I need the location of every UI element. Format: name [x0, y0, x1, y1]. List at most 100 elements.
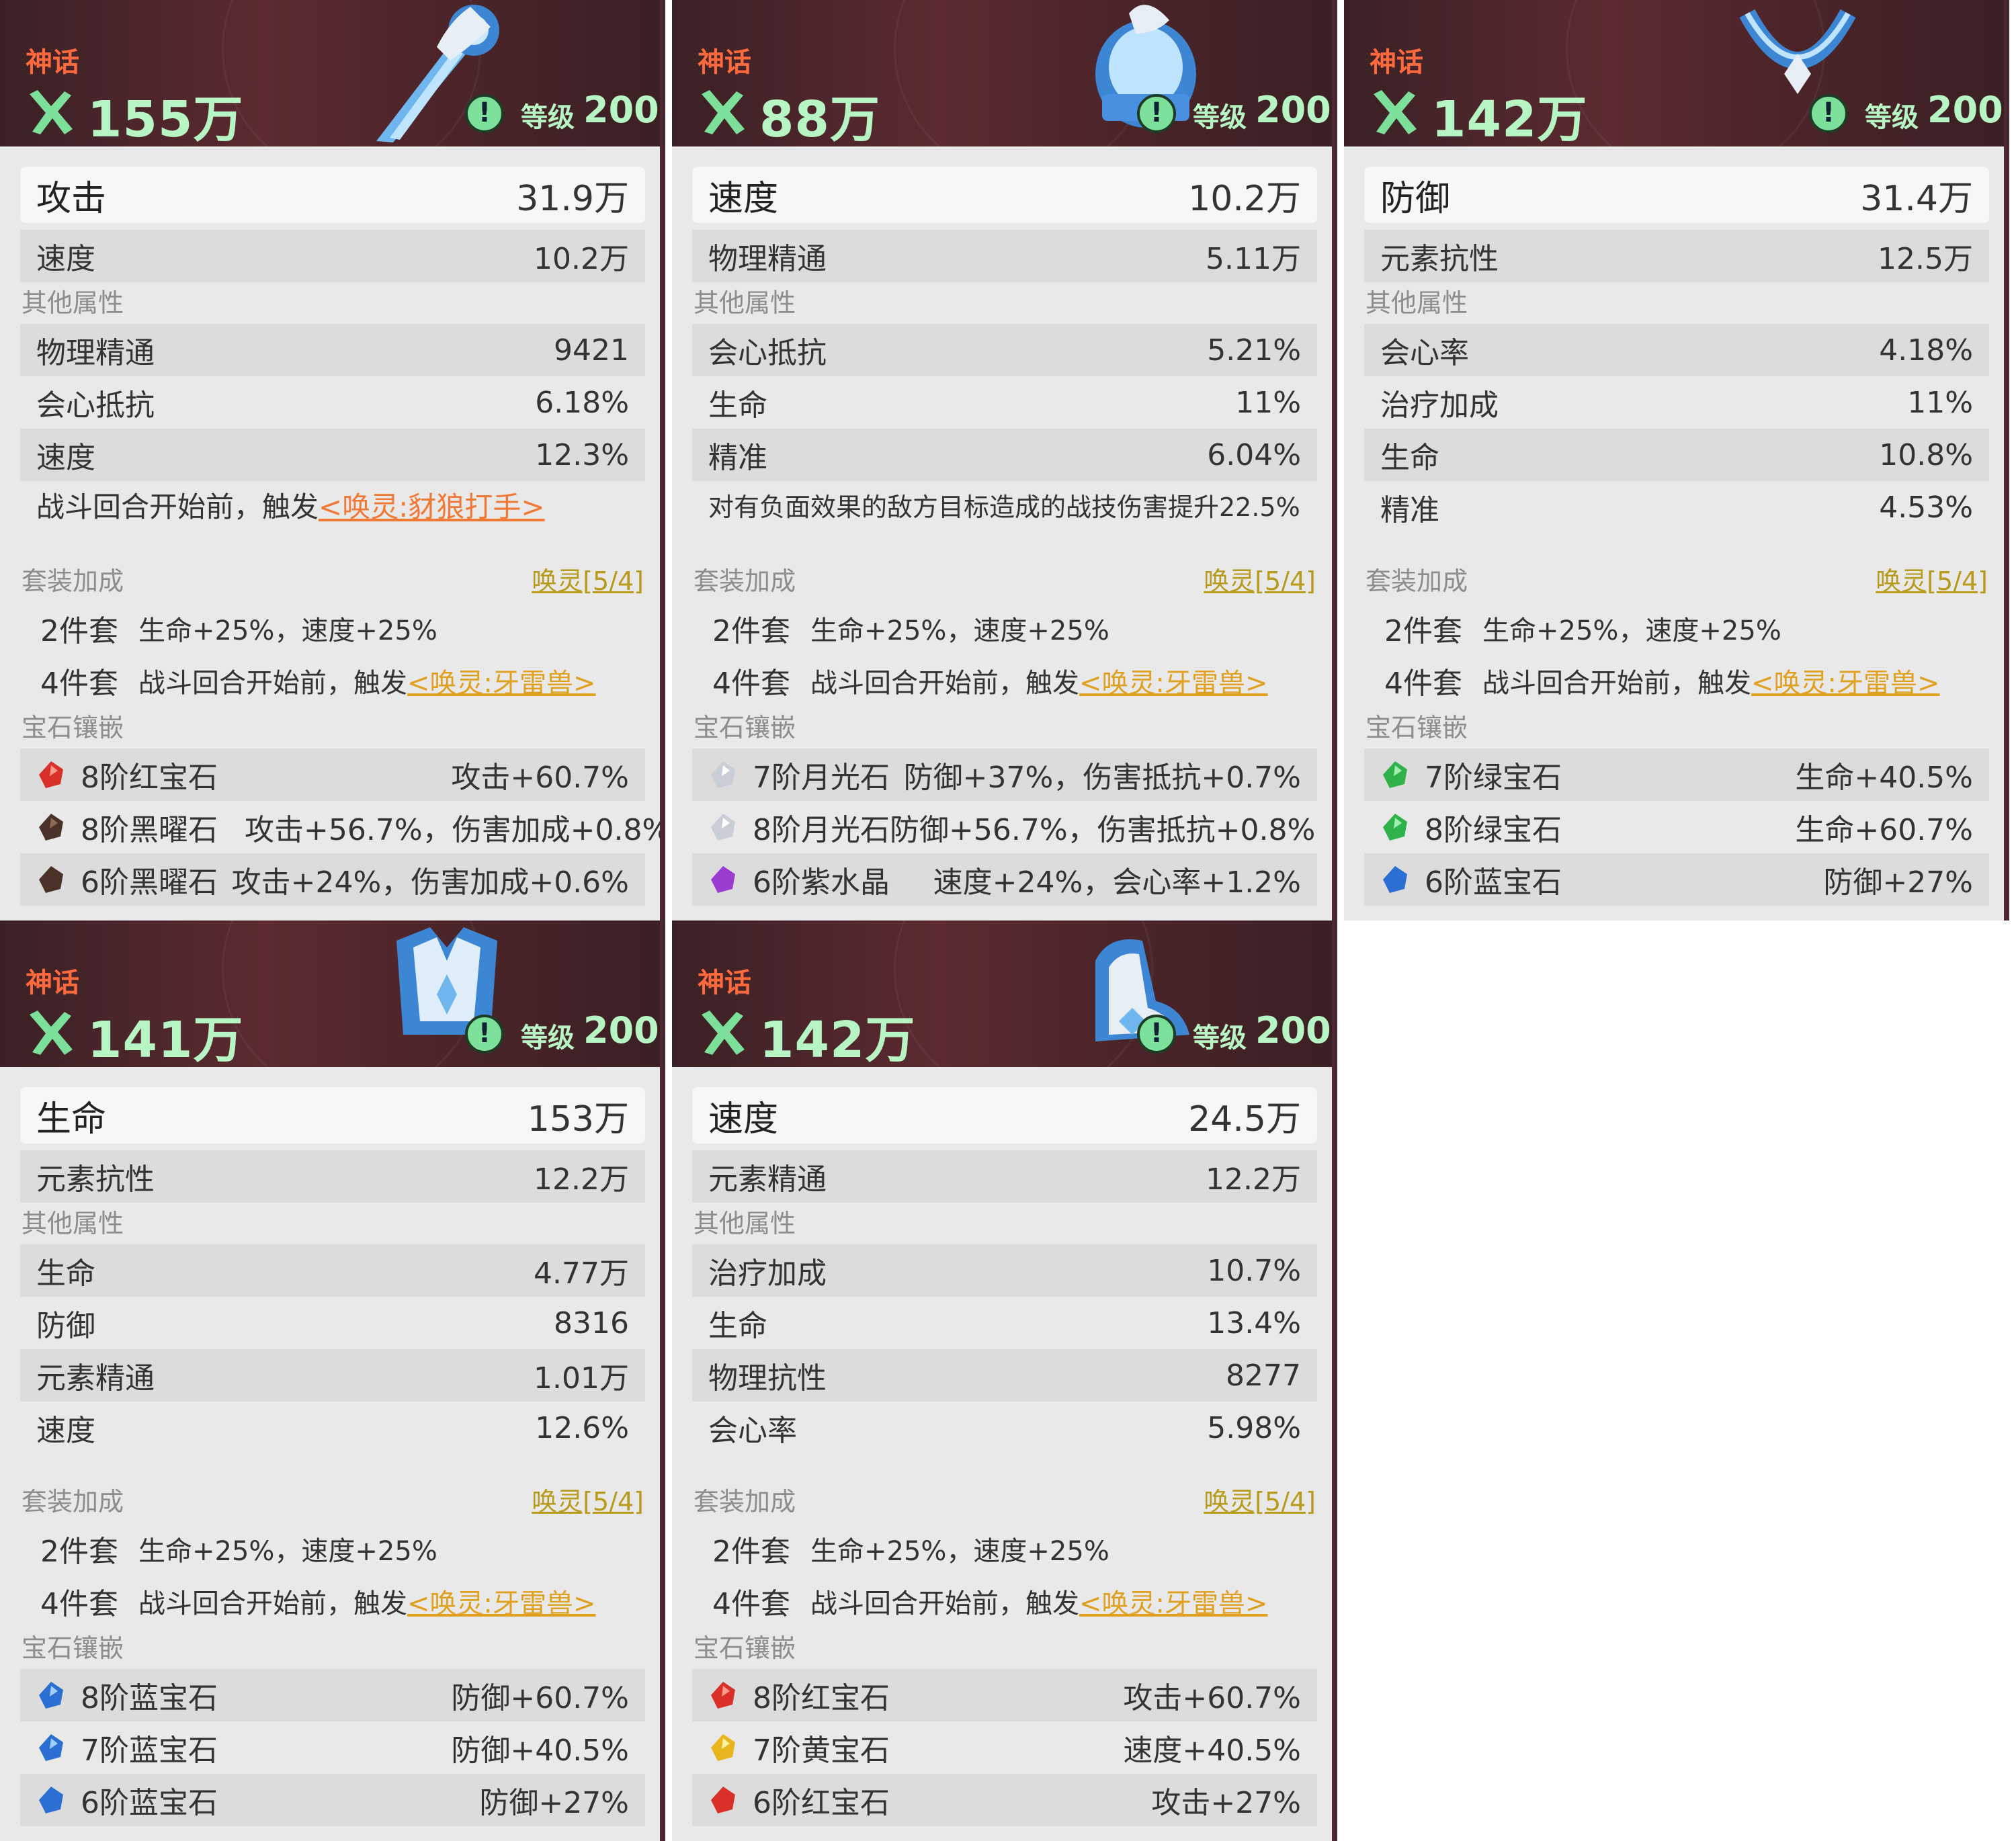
sapphire-gem-icon — [39, 1734, 63, 1761]
set-2piece: 2件套 生命+25%，速度+25% — [40, 614, 437, 648]
other-stat: 会心抵抗 5.21% — [692, 324, 1317, 376]
other-stat: 生命 10.8% — [1364, 429, 1989, 481]
gem-slot[interactable]: 7阶绿宝石 生命+40.5% — [1364, 748, 1989, 801]
combat-power: 142万 — [1431, 91, 1588, 148]
other-stat: 物理抗性 8277 — [692, 1349, 1317, 1402]
set-4piece-link[interactable]: <唤灵:牙雷兽> — [1751, 661, 1940, 700]
equipment-card-4[interactable]: 神话 141万 ! 等级 200 生命 153万 元素抗性 12.2万 其他属性 生… — [0, 920, 665, 1841]
other-stat: 速度 12.6% — [36, 1410, 629, 1449]
set-4piece-link[interactable]: <唤灵:牙雷兽> — [407, 661, 596, 700]
main-stat-1: 防御 31.4万 — [1364, 167, 1989, 223]
gem-slot[interactable]: 6阶黑曜石 攻击+24%，伤害加成+0.6% — [20, 853, 645, 906]
set-4piece-link[interactable]: <唤灵:牙雷兽> — [1079, 661, 1268, 700]
set-4piece-link[interactable]: <唤灵:牙雷兽> — [407, 1582, 596, 1621]
other-stat: 防御 8316 — [36, 1305, 629, 1344]
set-bonus-heading: 套装加成 唤灵[5/4] — [692, 1481, 1317, 1523]
level-label: 等级 — [1193, 1023, 1247, 1054]
set-4piece-link[interactable]: <唤灵:牙雷兽> — [1079, 1582, 1268, 1621]
other-stats-heading: 其他属性 — [22, 288, 124, 318]
other-stat: 会心抵抗 6.18% — [36, 385, 629, 423]
other-stat: 精准 6.04% — [692, 429, 1317, 481]
power-icon — [30, 1011, 73, 1055]
power-icon — [702, 1011, 745, 1055]
set-4piece: 4件套 战斗回合开始前，触发 <唤灵:牙雷兽> — [1364, 654, 1989, 707]
gem-slot[interactable]: 8阶黑曜石 攻击+56.7%，伤害加成+0.8% — [20, 801, 665, 853]
set-bonus-heading: 套装加成 唤灵[5/4] — [20, 1481, 645, 1523]
main-stat-1: 攻击 31.9万 — [20, 167, 645, 223]
other-stat: 生命 4.77万 — [20, 1244, 645, 1297]
gem-slot[interactable]: 8阶蓝宝石 防御+60.7% — [20, 1669, 645, 1721]
other-stat: 生命 11% — [708, 385, 1301, 423]
card-header: 神话 141万 ! 等级 200 — [0, 920, 665, 1099]
sapphire-gem-icon — [39, 1787, 63, 1813]
card-header: 神话 88万 ! 等级 200 — [672, 0, 1337, 179]
level-value: 200 — [583, 1009, 659, 1052]
gem-heading: 宝石镶嵌 — [22, 1633, 124, 1663]
other-stat: 元素精通 1.01万 — [20, 1349, 645, 1402]
rarity-label: 神话 — [26, 968, 79, 998]
set-name-link[interactable]: 唤灵[5/4] — [1204, 560, 1317, 602]
gem-slot[interactable]: 8阶绿宝石 生命+60.7% — [1364, 801, 1989, 853]
card-header: 神话 142万 ! 等级 200 — [672, 920, 1337, 1099]
gem-heading: 宝石镶嵌 — [1366, 713, 1468, 742]
other-stats-heading: 其他属性 — [1366, 288, 1468, 318]
alert-icon[interactable]: ! — [465, 1015, 504, 1054]
combat-power: 142万 — [759, 1011, 916, 1069]
other-stats-heading: 其他属性 — [22, 1209, 124, 1238]
obsidian-gem-icon — [39, 866, 63, 893]
main-stat-2: 物理精通 5.11万 — [692, 230, 1317, 282]
other-stat: 生命 13.4% — [708, 1305, 1301, 1344]
gem-slot[interactable]: 8阶月光石 防御+56.7%，伤害抵抗+0.8% — [692, 801, 1317, 853]
red-gem-icon — [39, 761, 63, 788]
other-stat: 治疗加成 10.7% — [692, 1244, 1317, 1297]
gem-heading: 宝石镶嵌 — [22, 713, 124, 742]
alert-icon[interactable]: ! — [465, 94, 504, 133]
main-stat-2: 元素精通 12.2万 — [692, 1150, 1317, 1203]
topaz-gem-icon — [711, 1734, 735, 1761]
set-name-link[interactable]: 唤灵[5/4] — [1876, 560, 1989, 602]
gem-slot[interactable]: 7阶月光石 防御+37%，伤害抵抗+0.7% — [692, 748, 1317, 801]
set-name-link[interactable]: 唤灵[5/4] — [1204, 1481, 1317, 1523]
other-stat: 速度 12.3% — [20, 429, 645, 481]
gem-slot[interactable]: 6阶红宝石 攻击+27% — [692, 1774, 1317, 1826]
other-stat: 物理精通 9421 — [20, 324, 645, 376]
equipment-card-3[interactable]: 神话 142万 ! 等级 200 防御 31.4万 元素抗性 12.5万 其他属性 … — [1344, 0, 2009, 920]
gem-slot[interactable]: 6阶紫水晶 速度+24%，会心率+1.2% — [692, 853, 1317, 906]
alert-icon[interactable]: ! — [1137, 94, 1176, 133]
set-name-link[interactable]: 唤灵[5/4] — [532, 1481, 645, 1523]
gem-slot[interactable]: 7阶蓝宝石 防御+40.5% — [20, 1721, 645, 1774]
other-stat: 会心率 5.98% — [708, 1410, 1301, 1449]
main-stat-2: 速度 10.2万 — [20, 230, 645, 282]
alert-icon[interactable]: ! — [1809, 94, 1848, 133]
level-value: 200 — [1255, 1009, 1331, 1052]
level-value: 200 — [583, 89, 659, 131]
other-stat: 精准 4.53% — [1380, 490, 1973, 528]
equipment-card-1[interactable]: 神话 155万 ! 等级 200 攻击 31.9万 速度 10.2万 其他属性 物理… — [0, 0, 665, 920]
combat-power: 141万 — [87, 1011, 244, 1069]
gem-slot[interactable]: 8阶红宝石 攻击+60.7% — [692, 1669, 1317, 1721]
rarity-label: 神话 — [698, 968, 751, 998]
equipment-card-5[interactable]: 神话 142万 ! 等级 200 速度 24.5万 元素精通 12.2万 其他属性 … — [672, 920, 1337, 1841]
special-effect: 战斗回合开始前，触发<唤灵:豺狼打手> — [36, 490, 545, 523]
level-label: 等级 — [521, 102, 575, 133]
gem-heading: 宝石镶嵌 — [694, 713, 796, 742]
set-bonus-heading: 套装加成 唤灵[5/4] — [1364, 560, 1989, 602]
gem-slot[interactable]: 7阶黄宝石 速度+40.5% — [692, 1721, 1317, 1774]
level-label: 等级 — [1865, 102, 1919, 133]
gem-slot[interactable]: 6阶蓝宝石 防御+27% — [1364, 853, 1989, 906]
set-name-link[interactable]: 唤灵[5/4] — [532, 560, 645, 602]
level-label: 等级 — [521, 1023, 575, 1054]
rarity-label: 神话 — [26, 47, 79, 78]
set-bonus-heading: 套装加成 唤灵[5/4] — [692, 560, 1317, 602]
set-4piece: 4件套 战斗回合开始前，触发 <唤灵:牙雷兽> — [692, 654, 1317, 707]
alert-icon[interactable]: ! — [1137, 1015, 1176, 1054]
equipment-card-2[interactable]: 神话 88万 ! 等级 200 速度 10.2万 物理精通 5.11万 其他属性 会… — [672, 0, 1337, 920]
sapphire-gem-icon — [39, 1682, 63, 1709]
gem-slot[interactable]: 6阶蓝宝石 防御+27% — [20, 1774, 645, 1826]
combat-power: 88万 — [759, 91, 880, 148]
card-header: 神话 142万 ! 等级 200 — [1344, 0, 2009, 179]
set-2piece: 2件套 生命+25%，速度+25% — [1384, 614, 1781, 648]
moonstone-gem-icon — [711, 814, 735, 841]
gem-slot[interactable]: 8阶红宝石 攻击+60.7% — [20, 748, 645, 801]
special-effect-link[interactable]: <唤灵:豺狼打手> — [319, 490, 545, 523]
